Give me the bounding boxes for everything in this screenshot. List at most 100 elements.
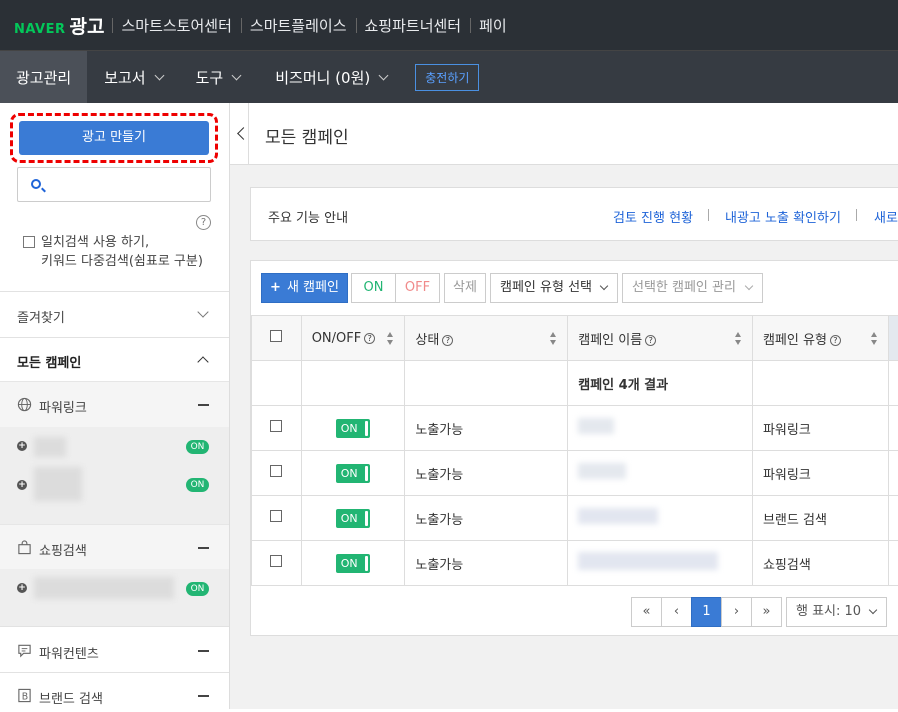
on-badge[interactable]: ON (186, 582, 209, 596)
nav-bizmoney[interactable]: 비즈머니 (0원) (275, 51, 387, 104)
divider (856, 209, 857, 221)
campaign-type-cell: 파워링크 (752, 451, 888, 496)
row-checkbox[interactable] (270, 510, 282, 522)
rows-per-page-select[interactable]: 행 표시: 10 (786, 597, 887, 627)
expand-plus-icon[interactable]: + (17, 480, 27, 490)
nav-ad-management[interactable]: 광고관리 (0, 51, 87, 104)
campaign-type-select[interactable]: 캠페인 유형 선택 (490, 273, 618, 303)
row-checkbox[interactable] (270, 555, 282, 567)
onoff-toggle[interactable]: ON (336, 419, 370, 438)
off-button[interactable]: OFF (395, 273, 440, 303)
help-icon[interactable]: ? (645, 335, 656, 346)
expand-plus-icon[interactable]: + (17, 583, 27, 593)
new-campaign-button[interactable]: +새 캠페인 (261, 273, 348, 303)
table-row[interactable]: ON 노출가능 파워링크 (252, 406, 898, 451)
group-power-contents[interactable]: 파워컨텐츠 (0, 626, 229, 672)
campaign-name-redacted[interactable] (578, 508, 658, 524)
last-page-button[interactable]: » (751, 597, 782, 627)
link-shopping-partner-center[interactable]: 쇼핑파트너센터 (356, 15, 471, 36)
onoff-toggle[interactable]: ON (336, 554, 370, 573)
expand-plus-icon[interactable]: + (17, 441, 27, 451)
campaign-name-cell[interactable] (568, 496, 753, 541)
all-campaigns-section[interactable]: 모든 캠페인 (0, 337, 229, 381)
campaign-name-redacted[interactable] (34, 467, 82, 501)
header-campaign-type[interactable]: 캠페인 유형? (752, 316, 888, 361)
exact-match-option[interactable]: 일치검색 사용 하기, 키워드 다중검색(쉼표로 구분) (23, 233, 203, 271)
link-smartplace[interactable]: 스마트플레이스 (241, 15, 356, 36)
campaign-name-redacted[interactable] (578, 418, 614, 434)
collapse-icon[interactable] (198, 404, 209, 406)
on-button[interactable]: ON (351, 273, 396, 303)
group-shopping-search[interactable]: 쇼핑검색 (0, 524, 229, 569)
row-select-cell (252, 496, 302, 541)
help-icon[interactable]: ? (196, 215, 211, 230)
help-icon[interactable]: ? (442, 335, 453, 346)
sort-icon[interactable] (735, 332, 742, 346)
onoff-toggle[interactable]: ON (336, 464, 370, 483)
header-campaign-type-label: 캠페인 유형 (763, 333, 827, 348)
delete-button[interactable]: 삭제 (444, 273, 486, 303)
collapse-icon[interactable] (198, 650, 209, 652)
create-ad-button[interactable]: 광고 만들기 (19, 121, 209, 155)
chevron-down-icon (745, 282, 753, 290)
table-row[interactable]: ON 노출가능 쇼핑검색 (252, 541, 898, 586)
group-powerlink[interactable]: 파워링크 (0, 381, 229, 427)
page-title: 모든 캠페인 (265, 123, 349, 148)
status-cell: 노출가능 (405, 406, 568, 451)
naver-ad-logo[interactable]: NAVER 광고 (14, 12, 104, 39)
sort-icon[interactable] (387, 332, 394, 346)
nav-bizmoney-label: 비즈머니 (0원) (275, 67, 370, 88)
header-status[interactable]: 상태? (405, 316, 568, 361)
table-row[interactable]: ON 노출가능 파워링크 (252, 451, 898, 496)
page-button-current[interactable]: 1 (691, 597, 722, 627)
campaign-name-cell[interactable] (568, 451, 753, 496)
first-page-button[interactable]: « (631, 597, 662, 627)
on-badge[interactable]: ON (186, 478, 209, 492)
help-icon[interactable]: ? (364, 333, 375, 344)
exact-match-checkbox[interactable] (23, 236, 35, 248)
nav-reports[interactable]: 보고서 (104, 51, 162, 104)
sort-icon[interactable] (550, 332, 557, 346)
summary-cell-empty (252, 361, 302, 406)
summary-row: 캠페인 4개 결과 (252, 361, 898, 406)
help-icon[interactable]: ? (830, 335, 841, 346)
next-page-button[interactable]: › (721, 597, 752, 627)
charge-button[interactable]: 충전하기 (415, 64, 479, 91)
row-checkbox[interactable] (270, 420, 282, 432)
campaign-name-redacted[interactable] (34, 437, 66, 457)
campaign-name-redacted[interactable] (34, 577, 174, 599)
campaign-name-redacted[interactable] (578, 552, 718, 570)
feature-guide-label: 주요 기능 안내 (268, 207, 348, 226)
favorites-section[interactable]: 즐겨찾기 (0, 291, 229, 337)
header-overflow (889, 316, 898, 361)
campaign-name-cell[interactable] (568, 406, 753, 451)
prev-page-button[interactable]: ‹ (661, 597, 692, 627)
campaign-name-redacted[interactable] (578, 463, 626, 479)
chevron-down-icon (154, 70, 164, 80)
onoff-toggle[interactable]: ON (336, 509, 370, 528)
header-campaign-name[interactable]: 캠페인 이름? (568, 316, 753, 361)
review-status-link[interactable]: 검토 진행 현황 (613, 207, 693, 226)
svg-text:B: B (22, 691, 28, 702)
onoff-cell: ON (301, 496, 405, 541)
campaign-name-cell[interactable] (568, 541, 753, 586)
table-row[interactable]: ON 노출가능 브랜드 검색 (252, 496, 898, 541)
table-header-row: ON/OFF? 상태? 캠페인 이름? 캠페인 유형? (252, 316, 898, 361)
collapse-icon[interactable] (198, 695, 209, 697)
link-smartstore-center[interactable]: 스마트스토어센터 (112, 15, 240, 36)
nav-tools[interactable]: 도구 (196, 51, 241, 104)
header-onoff[interactable]: ON/OFF? (301, 316, 405, 361)
row-checkbox[interactable] (270, 465, 282, 477)
manage-selected-select[interactable]: 선택한 캠페인 관리 (622, 273, 763, 303)
campaign-search-input[interactable] (17, 167, 211, 202)
plus-icon: + (270, 280, 281, 295)
sort-icon[interactable] (871, 332, 878, 346)
collapse-icon[interactable] (198, 547, 209, 549)
chevron-down-icon (600, 282, 608, 290)
new-link[interactable]: 새로 (874, 207, 898, 226)
link-pay[interactable]: 페이 (470, 15, 516, 36)
check-my-ad-exposure-link[interactable]: 내광고 노출 확인하기 (725, 207, 841, 226)
on-badge[interactable]: ON (186, 440, 209, 454)
group-brand-search[interactable]: B 브랜드 검색 (0, 672, 229, 712)
select-all-checkbox[interactable] (270, 330, 282, 342)
